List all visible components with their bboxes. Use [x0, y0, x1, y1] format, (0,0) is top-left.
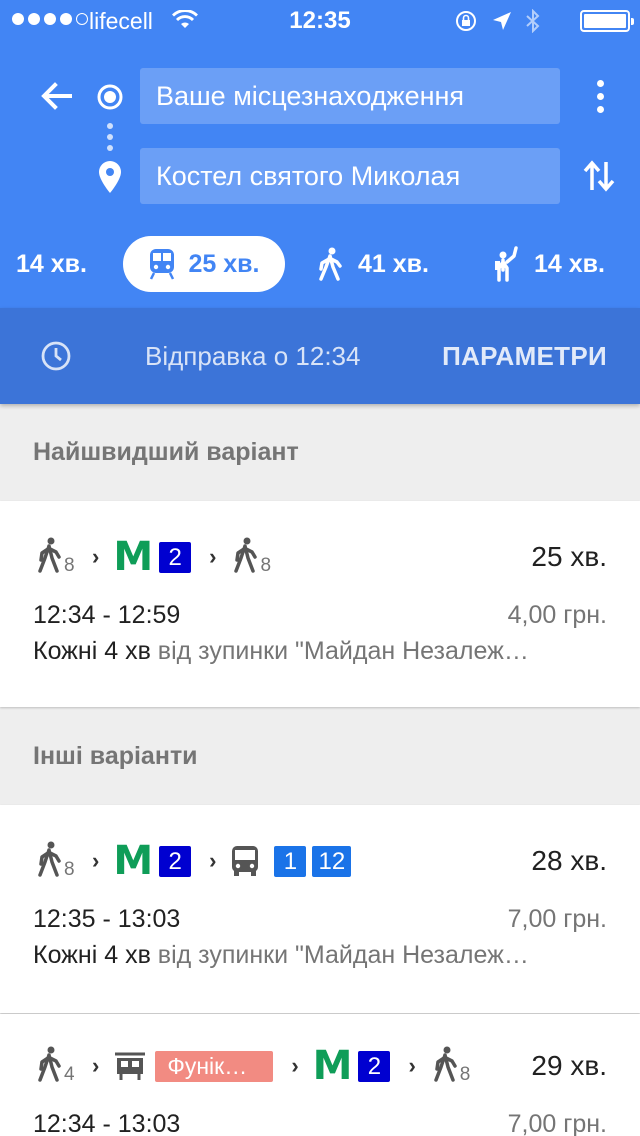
- route-connector: [107, 123, 113, 151]
- departure-options-bar: Відправка о 12:34 ПАРАМЕТРИ: [0, 308, 640, 404]
- departure-time-button[interactable]: Відправка о 12:34: [145, 341, 360, 372]
- tab-ride[interactable]: 14 хв.: [492, 236, 605, 292]
- walk-minutes: 8: [64, 555, 75, 576]
- route-card[interactable]: 8 › M 2 › 1 12 28 хв. 12:35 - 13:03 7,00…: [0, 805, 640, 1013]
- tab-walk[interactable]: 41 хв.: [318, 236, 429, 292]
- chevron-right-icon: ›: [209, 544, 217, 569]
- status-bar: lifecell 12:35: [0, 0, 640, 40]
- walk-step: 8: [34, 839, 75, 883]
- walk-icon: [434, 1046, 457, 1082]
- route-card[interactable]: 8 › M 2 › 8 25 хв. 12:34 - 12:59 4,00 гр…: [0, 501, 640, 707]
- tab-car[interactable]: 14 хв.: [16, 236, 87, 292]
- route-frequency: Кожні 4 хв від зупинки "Майдан Незалеж…: [33, 941, 613, 970]
- frequency-detail: від зупинки "Майдан Незалеж…: [150, 637, 529, 665]
- chevron-right-icon: ›: [92, 1053, 100, 1078]
- clock-icon[interactable]: [40, 340, 72, 372]
- walk-icon: [38, 1046, 61, 1082]
- chevron-right-icon: ›: [209, 848, 217, 873]
- route-price: 7,00 грн.: [507, 905, 607, 933]
- frequency-main: Кожні 4 хв: [33, 637, 151, 665]
- route-times: 12:35 - 13:03: [33, 905, 181, 933]
- tab-ride-label: 14 хв.: [534, 249, 605, 278]
- metro-line-badge: 2: [358, 1050, 391, 1082]
- chevron-right-icon: ›: [291, 1053, 299, 1078]
- chevron-right-icon: ›: [92, 544, 100, 569]
- route-price: 4,00 грн.: [507, 601, 607, 629]
- route-duration: 29 хв.: [531, 1050, 607, 1081]
- destination-input[interactable]: Костел святого Миколая: [140, 148, 560, 204]
- travel-mode-tabs: 14 хв. 25 хв. 41 хв. 14 хв.: [0, 236, 640, 292]
- swap-icon[interactable]: [582, 156, 616, 196]
- walk-step: 4: [34, 1044, 75, 1088]
- funicular-badge: Фунік…: [155, 1050, 274, 1082]
- route-times: 12:34 - 13:03: [33, 1110, 181, 1136]
- tab-walk-label: 41 хв.: [358, 249, 429, 278]
- route-card[interactable]: 4 › Фунік… › M 2 › 8 29 хв. 12:34 - 13:0…: [0, 1014, 640, 1136]
- walk-step: 8: [230, 535, 272, 579]
- chevron-right-icon: ›: [408, 1053, 416, 1078]
- route-steps: 4 › Фунік… › M 2 › 8: [34, 1044, 470, 1088]
- walk-step: 8: [430, 1044, 470, 1088]
- frequency-main: Кожні 4 хв: [33, 941, 151, 969]
- metro-icon: M: [113, 838, 154, 884]
- metro-icon: M: [312, 1043, 353, 1089]
- walk-step: 8: [34, 535, 75, 579]
- walk-icon: [38, 537, 61, 573]
- walk-minutes: 8: [459, 1064, 471, 1085]
- destination-pin-icon: [99, 161, 121, 193]
- tab-transit-label: 25 хв.: [188, 249, 260, 278]
- directions-header: lifecell 12:35 Ваше місцезнаходження Кос…: [0, 0, 640, 308]
- rotation-lock-icon: [456, 11, 476, 31]
- route-duration: 25 хв.: [531, 541, 607, 572]
- status-time: 12:35: [289, 7, 351, 34]
- route-times: 12:34 - 12:59: [33, 601, 181, 629]
- bluetooth-icon: [526, 9, 540, 33]
- route-steps: 8 › M 2 › 8: [34, 534, 272, 580]
- location-arrow-icon: [493, 12, 511, 30]
- back-arrow-icon[interactable]: [36, 76, 76, 116]
- walk-icon: [319, 247, 342, 281]
- origin-dot-icon: [97, 84, 123, 110]
- section-title-fastest: Найшвидший варіант: [33, 438, 299, 466]
- origin-input[interactable]: Ваше місцезнаходження: [140, 68, 560, 124]
- metro-line-badge: 2: [159, 541, 192, 573]
- route-frequency: Кожні 4 хв від зупинки "Майдан Незалеж…: [33, 637, 613, 666]
- metro-line-badge: 2: [159, 845, 192, 877]
- walk-icon: [38, 841, 61, 877]
- walk-icon: [234, 537, 258, 573]
- ride-hail-icon: [495, 246, 518, 282]
- bus-route-badge: 12: [312, 845, 352, 877]
- section-title-others: Інші варіанти: [33, 742, 198, 770]
- route-duration: 28 хв.: [531, 845, 607, 876]
- route-price: 7,00 грн.: [507, 1110, 607, 1136]
- more-vert-icon[interactable]: [588, 76, 612, 116]
- tab-transit[interactable]: 25 хв.: [123, 236, 285, 292]
- route-steps: 8 › M 2 › 1 12: [34, 839, 357, 883]
- walk-minutes: 8: [260, 555, 272, 576]
- bus-icon: [232, 846, 259, 876]
- bus-route-badge: 1: [274, 845, 307, 877]
- funicular-icon: [115, 1052, 146, 1080]
- walk-minutes: 4: [64, 1064, 75, 1085]
- battery-icon: [580, 10, 634, 32]
- chevron-right-icon: ›: [92, 848, 100, 873]
- options-button[interactable]: ПАРАМЕТРИ: [442, 341, 607, 372]
- tab-car-label: 14 хв.: [16, 249, 87, 278]
- frequency-detail: від зупинки "Майдан Незалеж…: [150, 941, 529, 969]
- train-icon: [149, 249, 174, 280]
- metro-icon: M: [113, 534, 154, 580]
- walk-minutes: 8: [64, 859, 75, 880]
